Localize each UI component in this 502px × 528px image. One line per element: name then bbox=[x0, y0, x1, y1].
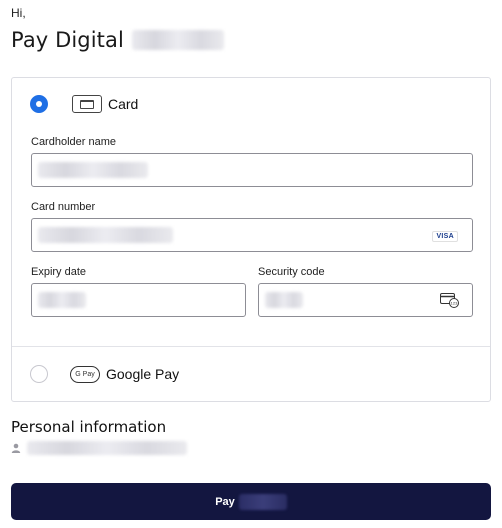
expiry-date-field[interactable] bbox=[31, 283, 246, 317]
cardholder-name-field[interactable] bbox=[31, 153, 473, 187]
google-pay-icon: G Pay bbox=[70, 365, 100, 383]
personal-info-row bbox=[11, 441, 187, 455]
google-pay-radio[interactable] bbox=[30, 365, 48, 383]
page-title: Pay Digital bbox=[11, 28, 124, 52]
payment-option-google-pay[interactable]: G Pay Google Pay bbox=[30, 365, 179, 383]
google-pay-label: Google Pay bbox=[106, 366, 180, 382]
pay-button[interactable]: Pay bbox=[11, 483, 491, 520]
redacted-amount bbox=[238, 493, 287, 510]
greeting: Hi, bbox=[11, 6, 26, 20]
redacted-text bbox=[38, 227, 173, 243]
security-code-label: Security code bbox=[258, 266, 325, 278]
redacted-text bbox=[265, 292, 303, 308]
security-code-icon: 123 bbox=[440, 293, 459, 308]
svg-text:123: 123 bbox=[451, 301, 458, 306]
personal-information-title: Personal information bbox=[11, 418, 167, 436]
visa-icon: VISA bbox=[432, 231, 458, 242]
payment-method-panel: Card Cardholder name Card number VISA Ex… bbox=[11, 77, 491, 402]
pay-button-label: Pay bbox=[215, 495, 235, 508]
card-option-label: Card bbox=[108, 96, 139, 112]
card-number-field[interactable]: VISA bbox=[31, 218, 473, 252]
page-title-row: Pay Digital bbox=[11, 28, 224, 52]
person-icon bbox=[11, 443, 21, 453]
card-number-label: Card number bbox=[31, 201, 96, 213]
credit-card-icon bbox=[72, 95, 102, 113]
redacted-text bbox=[27, 441, 187, 455]
redacted-text bbox=[131, 30, 224, 50]
card-radio[interactable] bbox=[30, 95, 48, 113]
redacted-text bbox=[38, 162, 148, 178]
divider bbox=[12, 346, 490, 347]
expiry-date-label: Expiry date bbox=[31, 266, 87, 278]
redacted-text bbox=[38, 292, 86, 308]
payment-option-card[interactable]: Card bbox=[30, 95, 138, 113]
cardholder-name-label: Cardholder name bbox=[31, 136, 116, 148]
security-code-field[interactable]: 123 bbox=[258, 283, 473, 317]
